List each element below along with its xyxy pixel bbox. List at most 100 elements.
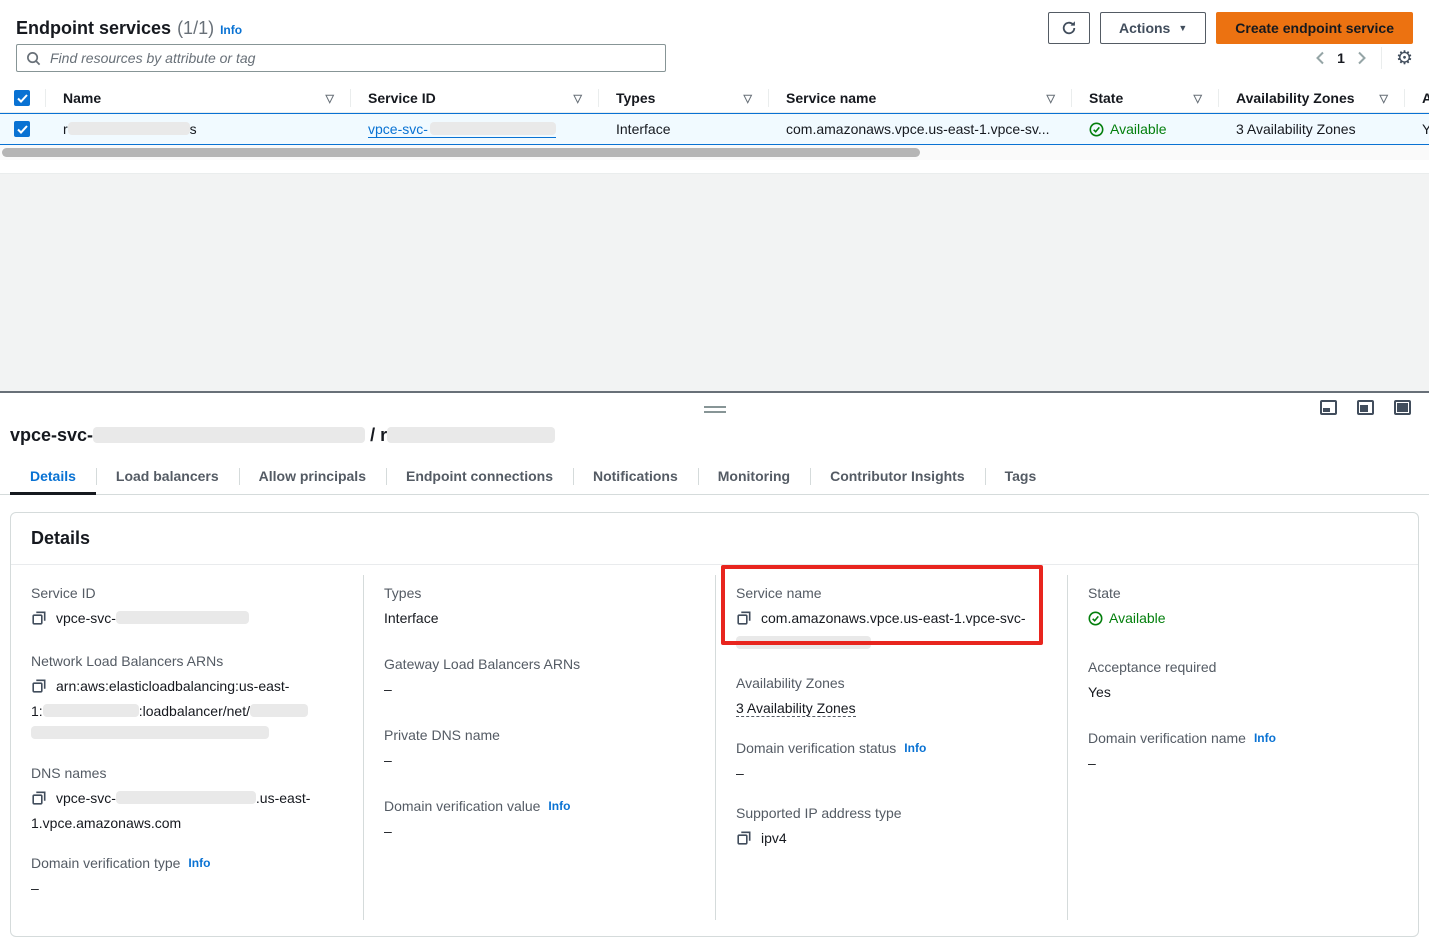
check-icon	[17, 94, 28, 103]
pagination: 1 ⚙	[1315, 47, 1413, 69]
availability-zones-tooltip-link[interactable]: 3 Availability Zones	[1236, 121, 1356, 137]
check-icon	[17, 125, 28, 134]
status-available-icon	[1088, 611, 1103, 626]
field-nlb-arns: Network Load Balancers ARNs arn:aws:elas…	[31, 653, 343, 744]
copy-icon[interactable]	[31, 790, 47, 812]
copy-icon[interactable]	[736, 610, 752, 632]
tab-monitoring[interactable]: Monitoring	[698, 460, 810, 494]
column-header-service-name[interactable]: Service name ▽	[768, 84, 1071, 112]
sort-icon[interactable]: ▽	[326, 92, 350, 105]
sort-icon[interactable]: ▽	[1380, 92, 1404, 105]
tab-bar: Details Load balancers Allow principals …	[0, 460, 1429, 495]
field-types: Types Interface	[384, 585, 695, 629]
copy-icon[interactable]	[31, 678, 47, 700]
panel-size-large-icon[interactable]	[1394, 400, 1411, 415]
column-header-service-id[interactable]: Service ID ▽	[350, 84, 598, 112]
info-link[interactable]: Info	[188, 856, 210, 870]
page-title: Endpoint services (1/1) Info	[16, 18, 242, 39]
row-service-name-cell: com.amazonaws.vpce.us-east-1.vpce-sv...	[768, 121, 1071, 137]
redacted-text	[31, 726, 269, 739]
field-private-dns-name: Private DNS name –	[384, 727, 695, 771]
select-all-checkbox[interactable]	[14, 90, 30, 106]
field-domain-verification-type: Domain verification type Info –	[31, 855, 343, 899]
status-badge: Available	[1109, 607, 1166, 629]
tab-endpoint-connections[interactable]: Endpoint connections	[386, 460, 573, 494]
details-column-3: Service name com.amazonaws.vpce.us-east-…	[715, 575, 1067, 920]
tab-contributor-insights[interactable]: Contributor Insights	[810, 460, 985, 494]
redacted-text	[116, 791, 256, 804]
info-link[interactable]: Info	[548, 799, 570, 813]
table-empty-area	[0, 173, 1429, 391]
search-box[interactable]	[16, 44, 666, 72]
tab-details[interactable]: Details	[10, 460, 96, 494]
info-link[interactable]: Info	[904, 741, 926, 755]
redacted-text	[430, 122, 556, 135]
sort-icon[interactable]: ▽	[1194, 92, 1218, 105]
row-acceptance-cell: Y	[1404, 121, 1429, 137]
actions-button-label: Actions	[1119, 20, 1170, 36]
copy-icon[interactable]	[736, 830, 752, 852]
create-endpoint-service-button[interactable]: Create endpoint service	[1216, 12, 1413, 44]
search-input[interactable]	[48, 49, 656, 67]
chevron-right-icon	[1357, 51, 1367, 65]
caret-down-icon: ▼	[1178, 23, 1187, 33]
column-header-types[interactable]: Types ▽	[598, 84, 768, 112]
redacted-text	[43, 704, 139, 717]
column-header-acceptance[interactable]: A	[1404, 84, 1429, 112]
panel-size-medium-icon[interactable]	[1357, 400, 1374, 415]
redacted-text	[68, 122, 190, 135]
row-name-cell: rs	[45, 121, 350, 137]
field-dns-names: DNS names vpce-svc-.us-east- 1.vpce.amaz…	[31, 765, 343, 834]
split-panel-drag-handle[interactable]	[704, 406, 726, 413]
row-select-cell	[0, 121, 45, 137]
sort-icon[interactable]: ▽	[744, 92, 768, 105]
filter-row: 1 ⚙	[0, 44, 1429, 72]
sort-icon[interactable]: ▽	[1047, 92, 1071, 105]
field-acceptance-required: Acceptance required Yes	[1088, 659, 1398, 703]
redacted-text	[93, 427, 365, 443]
redacted-text	[387, 427, 555, 443]
split-panel: vpce-svc- / r Details Load balancers All…	[0, 391, 1429, 937]
panel-size-small-icon[interactable]	[1320, 400, 1337, 415]
tab-notifications[interactable]: Notifications	[573, 460, 698, 494]
header-actions: Actions ▼ Create endpoint service	[1048, 12, 1413, 44]
refresh-button[interactable]	[1048, 12, 1090, 44]
select-all-cell	[0, 84, 45, 112]
tab-load-balancers[interactable]: Load balancers	[96, 460, 239, 494]
field-service-name: Service name com.amazonaws.vpce.us-east-…	[736, 585, 1047, 654]
page-title-text: Endpoint services	[16, 18, 171, 39]
search-icon	[26, 51, 41, 66]
column-header-state[interactable]: State ▽	[1071, 84, 1218, 112]
title-info-link[interactable]: Info	[220, 23, 242, 37]
field-domain-verification-value: Domain verification value Info –	[384, 798, 695, 842]
previous-page-button[interactable]	[1315, 51, 1325, 65]
current-page-number[interactable]: 1	[1335, 50, 1347, 66]
details-card: Details Service ID vpce-svc-	[10, 512, 1419, 937]
tab-allow-principals[interactable]: Allow principals	[239, 460, 386, 494]
details-column-2: Types Interface Gateway Load Balancers A…	[363, 575, 715, 920]
tab-tags[interactable]: Tags	[985, 460, 1057, 494]
row-types-cell: Interface	[598, 121, 768, 137]
sort-icon[interactable]: ▽	[574, 92, 598, 105]
info-link[interactable]: Info	[1254, 731, 1276, 745]
copy-icon[interactable]	[31, 610, 47, 632]
horizontal-scrollbar[interactable]	[0, 145, 1429, 160]
scrollbar-thumb[interactable]	[2, 148, 920, 157]
split-panel-size-controls	[1320, 400, 1411, 415]
table-settings-gear-icon[interactable]: ⚙	[1396, 49, 1413, 68]
details-card-title: Details	[11, 513, 1418, 565]
field-domain-verification-status: Domain verification status Info –	[736, 740, 1047, 784]
status-available-icon	[1089, 122, 1104, 137]
endpoint-services-table: Name ▽ Service ID ▽ Types ▽ Service name…	[0, 84, 1429, 173]
field-supported-ip: Supported IP address type ipv4	[736, 805, 1047, 852]
field-domain-verification-name: Domain verification name Info –	[1088, 730, 1398, 774]
next-page-button[interactable]	[1357, 51, 1367, 65]
actions-button[interactable]: Actions ▼	[1100, 12, 1206, 44]
availability-zones-tooltip-link[interactable]: 3 Availability Zones	[736, 700, 856, 717]
table-row[interactable]: rs vpce-svc- Interface com.amazonaws.vpc…	[0, 113, 1429, 145]
row-checkbox[interactable]	[14, 121, 30, 137]
table-header-row: Name ▽ Service ID ▽ Types ▽ Service name…	[0, 84, 1429, 113]
column-header-name[interactable]: Name ▽	[45, 84, 350, 112]
column-header-availability-zones[interactable]: Availability Zones ▽	[1218, 84, 1404, 112]
service-id-link[interactable]: vpce-svc-	[368, 121, 556, 138]
